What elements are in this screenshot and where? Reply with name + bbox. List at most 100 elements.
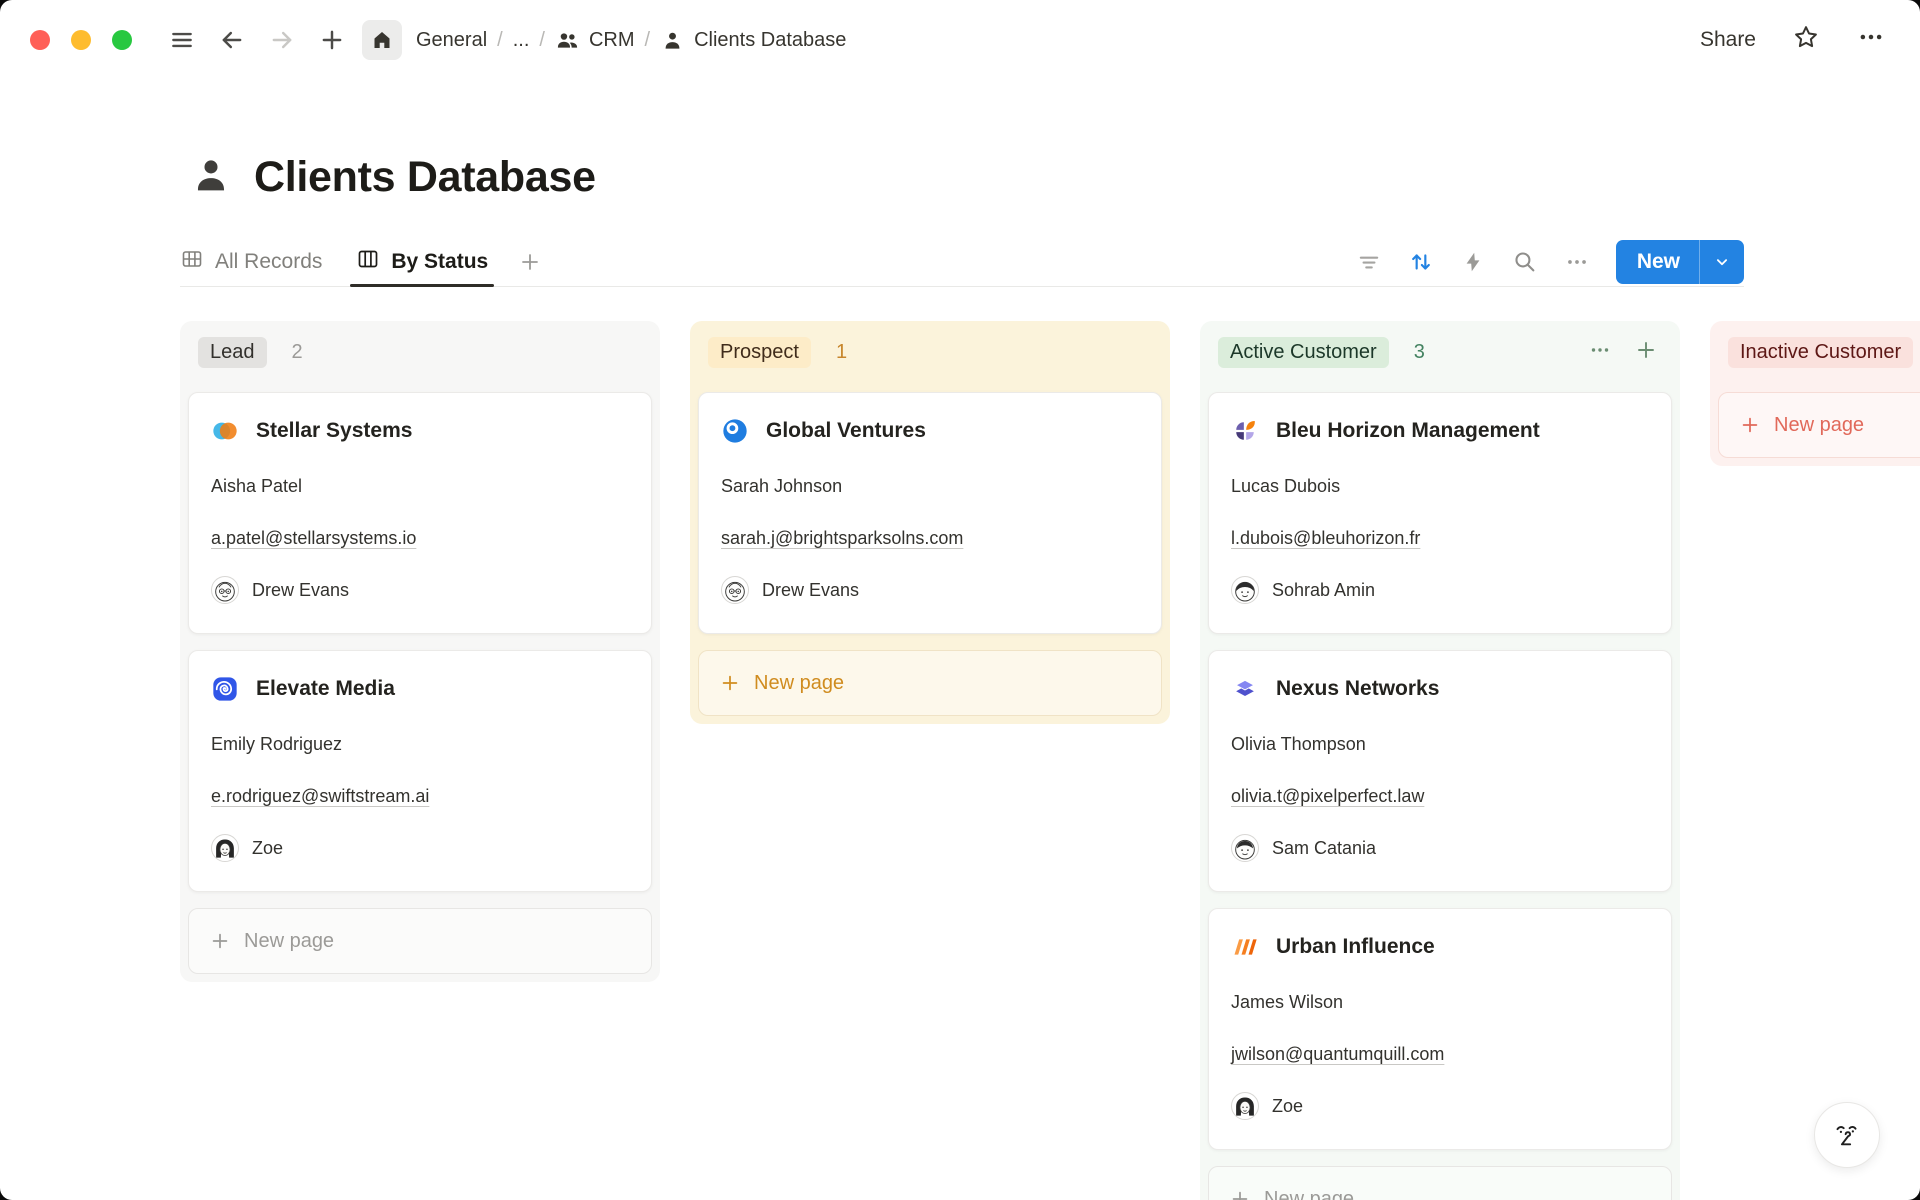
owner-name: Sohrab Amin [1272,580,1375,601]
new-page-button[interactable]: New page [698,650,1162,716]
contact-email-link[interactable]: e.rodriguez@swiftstream.ai [211,786,629,807]
tab-label: By Status [391,250,488,274]
table-view-icon [180,247,204,277]
contact-name: Lucas Dubois [1231,476,1649,497]
slanted-stripes-icon [1231,933,1259,961]
breadcrumb-item[interactable]: Clients Database [654,24,852,57]
sam-avatar [1231,834,1259,862]
tab-by-status[interactable]: By Status [356,237,488,286]
search-icon[interactable] [1504,241,1546,283]
card-title-row: Bleu Horizon Management [1231,417,1649,445]
back-arrow-icon[interactable] [212,20,252,60]
assistant-face-button[interactable] [1814,1102,1880,1168]
card-title-row: Stellar Systems [211,417,629,445]
contact-name: Sarah Johnson [721,476,1139,497]
breadcrumb-label: CRM [589,29,635,52]
status-badge[interactable]: Lead [198,337,267,368]
more-options-icon[interactable] [1856,22,1886,58]
column-add-icon[interactable] [1634,338,1658,367]
owner-name: Zoe [1272,1096,1303,1117]
breadcrumb-item[interactable]: CRM [549,24,641,57]
card-list: Bleu Horizon Management Lucas Dubois l.d… [1208,392,1672,1150]
view-tabs: All Records By Status [180,237,542,286]
owner-name: Zoe [252,838,283,859]
owner-row: Sohrab Amin [1231,576,1649,604]
view-bar: All Records By Status [180,237,1744,287]
contact-name: Emily Rodriguez [211,734,629,755]
breadcrumb-label: General [416,29,487,52]
close-window-button[interactable] [30,30,50,50]
person-icon [660,28,685,53]
board-column: Inactive Customer New page [1710,321,1920,466]
column-more-icon[interactable] [1588,338,1612,367]
breadcrumb-item[interactable]: ... [507,25,536,56]
automation-lightning-icon[interactable] [1452,241,1494,283]
new-tab-plus-icon[interactable] [312,20,352,60]
new-page-button[interactable]: New page [1208,1166,1672,1200]
window-topbar: General/.../CRM/Clients Database Share [0,0,1920,80]
view-more-icon[interactable] [1556,241,1598,283]
company-name: Urban Influence [1276,935,1435,959]
drew-avatar [721,576,749,604]
card-title-row: Elevate Media [211,675,629,703]
status-badge[interactable]: Prospect [708,337,811,368]
contact-name: Olivia Thompson [1231,734,1649,755]
person-icon [188,152,234,203]
client-card[interactable]: Bleu Horizon Management Lucas Dubois l.d… [1208,392,1672,634]
owner-name: Drew Evans [252,580,349,601]
zoe-avatar [211,834,239,862]
company-name: Nexus Networks [1276,677,1439,701]
column-count: 3 [1414,341,1425,364]
add-view-plus-icon[interactable] [518,237,542,286]
forward-arrow-icon[interactable] [262,20,302,60]
board-column: Lead 2 Stellar Systems Aisha Patel a.pat… [180,321,660,982]
client-card[interactable]: Nexus Networks Olivia Thompson olivia.t@… [1208,650,1672,892]
contact-email-link[interactable]: a.patel@stellarsystems.io [211,528,629,549]
favorite-star-icon[interactable] [1792,23,1820,57]
nav-controls [162,20,402,60]
card-list: Stellar Systems Aisha Patel a.patel@stel… [188,392,652,892]
client-card[interactable]: Elevate Media Emily Rodriguez e.rodrigue… [188,650,652,892]
home-icon[interactable] [362,20,402,60]
new-page-label: New page [754,672,844,695]
sohrab-avatar [1231,576,1259,604]
tab-all-records[interactable]: All Records [180,237,322,286]
breadcrumb-separator: / [539,29,545,52]
breadcrumb-label: ... [513,29,530,52]
client-card[interactable]: Global Ventures Sarah Johnson sarah.j@br… [698,392,1162,634]
breadcrumb-item[interactable]: General [410,25,493,56]
client-card[interactable]: Urban Influence James Wilson jwilson@qua… [1208,908,1672,1150]
new-record-button[interactable]: New [1616,240,1744,284]
drew-avatar [211,576,239,604]
contact-email-link[interactable]: jwilson@quantumquill.com [1231,1044,1649,1065]
minimize-window-button[interactable] [71,30,91,50]
new-page-label: New page [1774,414,1864,437]
app-window: General/.../CRM/Clients Database Share C… [0,0,1920,1200]
breadcrumb-label: Clients Database [694,29,846,52]
share-button[interactable]: Share [1700,28,1756,52]
status-badge[interactable]: Active Customer [1218,337,1389,368]
client-card[interactable]: Stellar Systems Aisha Patel a.patel@stel… [188,392,652,634]
chevron-down-icon[interactable] [1700,253,1744,271]
sort-icon[interactable] [1400,241,1442,283]
filter-icon[interactable] [1348,241,1390,283]
tab-label: All Records [215,250,322,274]
page-title-row: Clients Database [188,152,1920,203]
column-count: 2 [292,341,303,364]
contact-email-link[interactable]: l.dubois@bleuhorizon.fr [1231,528,1649,549]
card-title-row: Urban Influence [1231,933,1649,961]
new-page-button[interactable]: New page [1718,392,1920,458]
venn-circles-icon [211,417,239,445]
status-badge[interactable]: Inactive Customer [1728,337,1913,368]
contact-email-link[interactable]: olivia.t@pixelperfect.law [1231,786,1649,807]
board-column: Prospect 1 Global Ventures Sarah Johnson… [690,321,1170,724]
traffic-lights [30,30,132,50]
column-header: Inactive Customer [1718,329,1920,368]
owner-name: Drew Evans [762,580,859,601]
contact-email-link[interactable]: sarah.j@brightsparksolns.com [721,528,1139,549]
company-name: Stellar Systems [256,419,412,443]
breadcrumb-separator: / [497,29,503,52]
zoom-window-button[interactable] [112,30,132,50]
new-page-button[interactable]: New page [188,908,652,974]
sidebar-menu-icon[interactable] [162,20,202,60]
